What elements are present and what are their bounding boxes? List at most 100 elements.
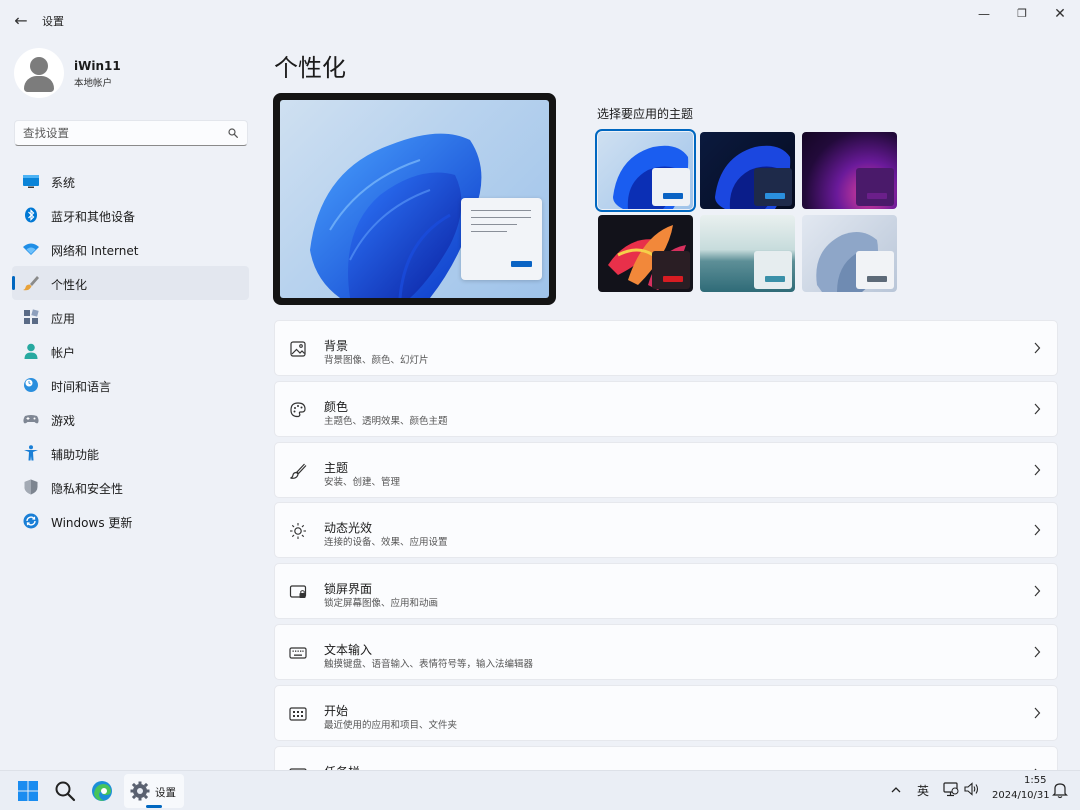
gamepad-icon bbox=[23, 415, 39, 424]
clock-date[interactable]: 2024/10/31 bbox=[992, 790, 1050, 801]
theme-preview bbox=[273, 93, 556, 305]
theme-windows-dark[interactable] bbox=[700, 132, 795, 209]
theme-flow[interactable] bbox=[802, 215, 897, 292]
sidebar-item-privacy-security[interactable]: 隐私和安全性 bbox=[12, 470, 249, 504]
card-subtitle: 主题色、透明效果、颜色主题 bbox=[324, 415, 448, 427]
sidebar-item-label: 辅助功能 bbox=[51, 448, 100, 462]
theme-accent bbox=[765, 193, 785, 199]
sidebar-item-label: 隐私和安全性 bbox=[51, 482, 124, 496]
sidebar-item-network[interactable]: 网络和 Internet bbox=[12, 232, 249, 266]
search-icon[interactable] bbox=[228, 128, 238, 138]
chevron-right-icon bbox=[1034, 646, 1041, 658]
notification-bell-icon[interactable] bbox=[1052, 781, 1068, 799]
card-lock-screen[interactable]: 锁屏界面 锁定屏幕图像、应用和动画 bbox=[274, 563, 1058, 620]
windows-start-icon[interactable] bbox=[16, 779, 40, 803]
theme-windows-light[interactable] bbox=[595, 129, 696, 212]
theme-captured-motion[interactable] bbox=[598, 215, 693, 292]
preview-window-button bbox=[511, 261, 532, 267]
taskbar-settings-app[interactable]: 设置 bbox=[124, 774, 184, 808]
minimize-button[interactable]: — bbox=[964, 4, 1004, 24]
edge-browser-icon[interactable] bbox=[90, 779, 114, 803]
theme-window bbox=[754, 251, 792, 289]
sidebar-item-label: 系统 bbox=[51, 176, 76, 190]
theme-window bbox=[856, 251, 894, 289]
sidebar-item-label: 时间和语言 bbox=[51, 380, 112, 394]
theme-glow[interactable] bbox=[802, 132, 897, 209]
card-themes[interactable]: 主题 安装、创建、管理 bbox=[274, 441, 1058, 498]
brush-icon bbox=[290, 463, 307, 479]
clock-time[interactable]: 1:55 bbox=[1024, 775, 1046, 786]
card-subtitle: 最近使用的应用和项目、文件夹 bbox=[324, 719, 458, 731]
apps-icon bbox=[24, 309, 39, 324]
sidebar-item-apps[interactable]: 应用 bbox=[12, 300, 249, 334]
theme-accent bbox=[765, 276, 785, 282]
sidebar-nav: 系统 蓝牙和其他设备 网络和 Internet 个性化 应用 帐户 时间和语言 … bbox=[12, 164, 249, 538]
keyboard-icon bbox=[289, 647, 307, 659]
chevron-right-icon bbox=[1034, 464, 1041, 475]
palette-icon bbox=[290, 402, 306, 417]
theme-grid bbox=[595, 129, 897, 293]
sidebar-item-system[interactable]: 系统 bbox=[12, 164, 249, 198]
chevron-right-icon bbox=[1034, 707, 1041, 719]
sidebar-item-windows-update[interactable]: Windows 更新 bbox=[12, 504, 249, 538]
sidebar-item-label: 蓝牙和其他设备 bbox=[51, 210, 136, 224]
search-box bbox=[14, 120, 248, 146]
taskbar: 设置 英 bbox=[0, 770, 1080, 810]
user-profile[interactable]: iWin11 本地帐户 bbox=[14, 48, 244, 98]
sidebar-item-personalization[interactable]: 个性化 bbox=[12, 266, 249, 300]
search-icon[interactable] bbox=[53, 779, 77, 803]
sidebar-item-bluetooth[interactable]: 蓝牙和其他设备 bbox=[12, 198, 249, 232]
preview-line bbox=[471, 217, 531, 218]
avatar bbox=[14, 48, 64, 98]
card-text-input[interactable]: 文本输入 触摸键盘、语音输入、表情符号等，输入法编辑器 bbox=[274, 623, 1058, 680]
preview-line bbox=[471, 224, 517, 225]
theme-accent bbox=[867, 193, 887, 199]
theme-window bbox=[754, 168, 792, 206]
theme-accent bbox=[663, 193, 683, 199]
card-background[interactable]: 背景 背景图像、颜色、幻灯片 bbox=[274, 320, 1058, 376]
running-indicator bbox=[146, 805, 162, 808]
close-button[interactable]: ✕ bbox=[1040, 4, 1080, 24]
clock-globe-icon bbox=[24, 378, 38, 392]
user-name: iWin11 bbox=[74, 59, 121, 73]
theme-window bbox=[856, 168, 894, 206]
sidebar-item-accounts[interactable]: 帐户 bbox=[12, 334, 249, 368]
card-subtitle: 背景图像、颜色、幻灯片 bbox=[324, 355, 429, 366]
accessibility-icon bbox=[24, 445, 38, 461]
sidebar-item-accessibility[interactable]: 辅助功能 bbox=[12, 436, 249, 470]
page-title: 个性化 bbox=[274, 54, 346, 82]
theme-accent bbox=[867, 276, 887, 282]
card-subtitle: 触摸键盘、语音输入、表情符号等，输入法编辑器 bbox=[324, 658, 534, 670]
chevron-right-icon bbox=[1034, 585, 1041, 597]
themes-label: 选择要应用的主题 bbox=[597, 107, 694, 121]
card-subtitle: 连接的设备、效果、应用设置 bbox=[324, 537, 448, 549]
active-indicator bbox=[12, 276, 15, 290]
sidebar-item-label: 网络和 Internet bbox=[51, 244, 139, 258]
search-input[interactable] bbox=[23, 124, 223, 142]
lock-screen-icon bbox=[289, 585, 307, 599]
card-subtitle: 锁定屏幕图像、应用和动画 bbox=[324, 598, 439, 610]
theme-window bbox=[652, 251, 690, 289]
back-button[interactable]: ← bbox=[10, 10, 32, 32]
avatar-body bbox=[24, 76, 54, 92]
network-ethernet-icon[interactable] bbox=[942, 781, 960, 797]
chevron-up-icon[interactable] bbox=[890, 784, 902, 796]
theme-window bbox=[652, 168, 690, 206]
maximize-button[interactable]: ❐ bbox=[1002, 4, 1042, 24]
sidebar-item-gaming[interactable]: 游戏 bbox=[12, 402, 249, 436]
card-start[interactable]: 开始 最近使用的应用和项目、文件夹 bbox=[274, 684, 1058, 741]
avatar-head bbox=[30, 57, 48, 75]
preview-window bbox=[461, 198, 542, 280]
card-dynamic-lighting[interactable]: 动态光效 连接的设备、效果、应用设置 bbox=[274, 502, 1058, 559]
title-bar: ← 设置 — ❐ ✕ bbox=[0, 0, 1080, 40]
card-colors[interactable]: 颜色 主题色、透明效果、颜色主题 bbox=[274, 380, 1058, 437]
sidebar-item-label: Windows 更新 bbox=[51, 516, 133, 530]
settings-list: 背景 背景图像、颜色、幻灯片 颜色 主题色、透明效果、颜色主题 主题 安装、创建… bbox=[274, 320, 1058, 806]
wifi-icon bbox=[23, 243, 39, 255]
ime-indicator[interactable]: 英 bbox=[917, 782, 929, 799]
theme-sunrise[interactable] bbox=[700, 215, 795, 292]
picture-icon bbox=[290, 341, 306, 357]
sidebar-item-time-language[interactable]: 时间和语言 bbox=[12, 368, 249, 402]
volume-icon[interactable] bbox=[963, 781, 981, 797]
account-type: 本地帐户 bbox=[74, 78, 113, 89]
